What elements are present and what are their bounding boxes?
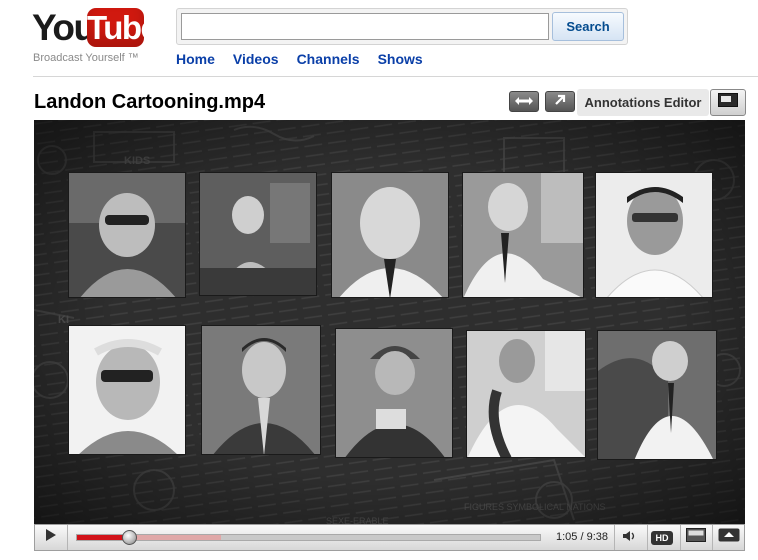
volume-button[interactable] [614, 525, 642, 550]
play-button[interactable] [35, 525, 68, 550]
search-button[interactable]: Search [552, 12, 624, 41]
portrait-photo-7 [201, 325, 321, 455]
hd-icon: HD [651, 530, 673, 545]
progress-bar[interactable] [76, 530, 541, 545]
annotations-editor-label[interactable]: Annotations Editor [577, 89, 709, 116]
video-player-screen[interactable]: KIDS KI FIGURES SYMBOLICAL NATIONS SEXE-… [34, 120, 745, 524]
fullscreen-button[interactable] [712, 525, 744, 550]
portrait-photo-8 [335, 328, 453, 458]
player-controls: 1:05 / 9:38 HD [34, 524, 745, 551]
volume-icon [622, 529, 636, 547]
portrait-photo-2 [199, 172, 317, 296]
main-nav: Home Videos Channels Shows [176, 51, 441, 67]
nav-home[interactable]: Home [176, 51, 215, 67]
logo-you-text: You [32, 7, 96, 48]
portrait-photo-3 [331, 172, 449, 298]
portrait-photo-10 [597, 330, 717, 460]
youtube-logo[interactable]: You Tube Broadcast Yourself ™ [32, 6, 159, 68]
time-display: 1:05 / 9:38 [556, 531, 608, 543]
expand-icon [514, 95, 534, 109]
annotations-icon [718, 93, 738, 112]
play-icon [45, 528, 57, 547]
search-input[interactable] [181, 13, 549, 40]
header-divider [33, 76, 758, 77]
nav-channels[interactable]: Channels [297, 51, 360, 67]
portrait-photo-4 [462, 172, 584, 298]
expand-button[interactable] [509, 91, 539, 112]
portrait-photo-6 [68, 325, 186, 455]
logo-tube-badge: Tube [87, 8, 159, 47]
popout-icon [553, 93, 567, 110]
progress-scrubber[interactable] [122, 530, 138, 545]
nav-shows[interactable]: Shows [378, 51, 423, 67]
annotations-button[interactable] [710, 89, 746, 116]
portrait-photo-9 [466, 330, 586, 458]
video-title: Landon Cartooning.mp4 [34, 91, 266, 113]
hd-button[interactable]: HD [647, 525, 676, 550]
nav-videos[interactable]: Videos [233, 51, 279, 67]
popout-button[interactable] [545, 91, 575, 112]
widescreen-icon [686, 528, 706, 547]
portrait-photo-1 [68, 172, 186, 298]
logo-tagline: Broadcast Yourself ™ [33, 52, 139, 64]
widescreen-button[interactable] [680, 525, 711, 550]
portrait-photo-5 [595, 172, 713, 298]
fullscreen-icon [718, 528, 740, 547]
